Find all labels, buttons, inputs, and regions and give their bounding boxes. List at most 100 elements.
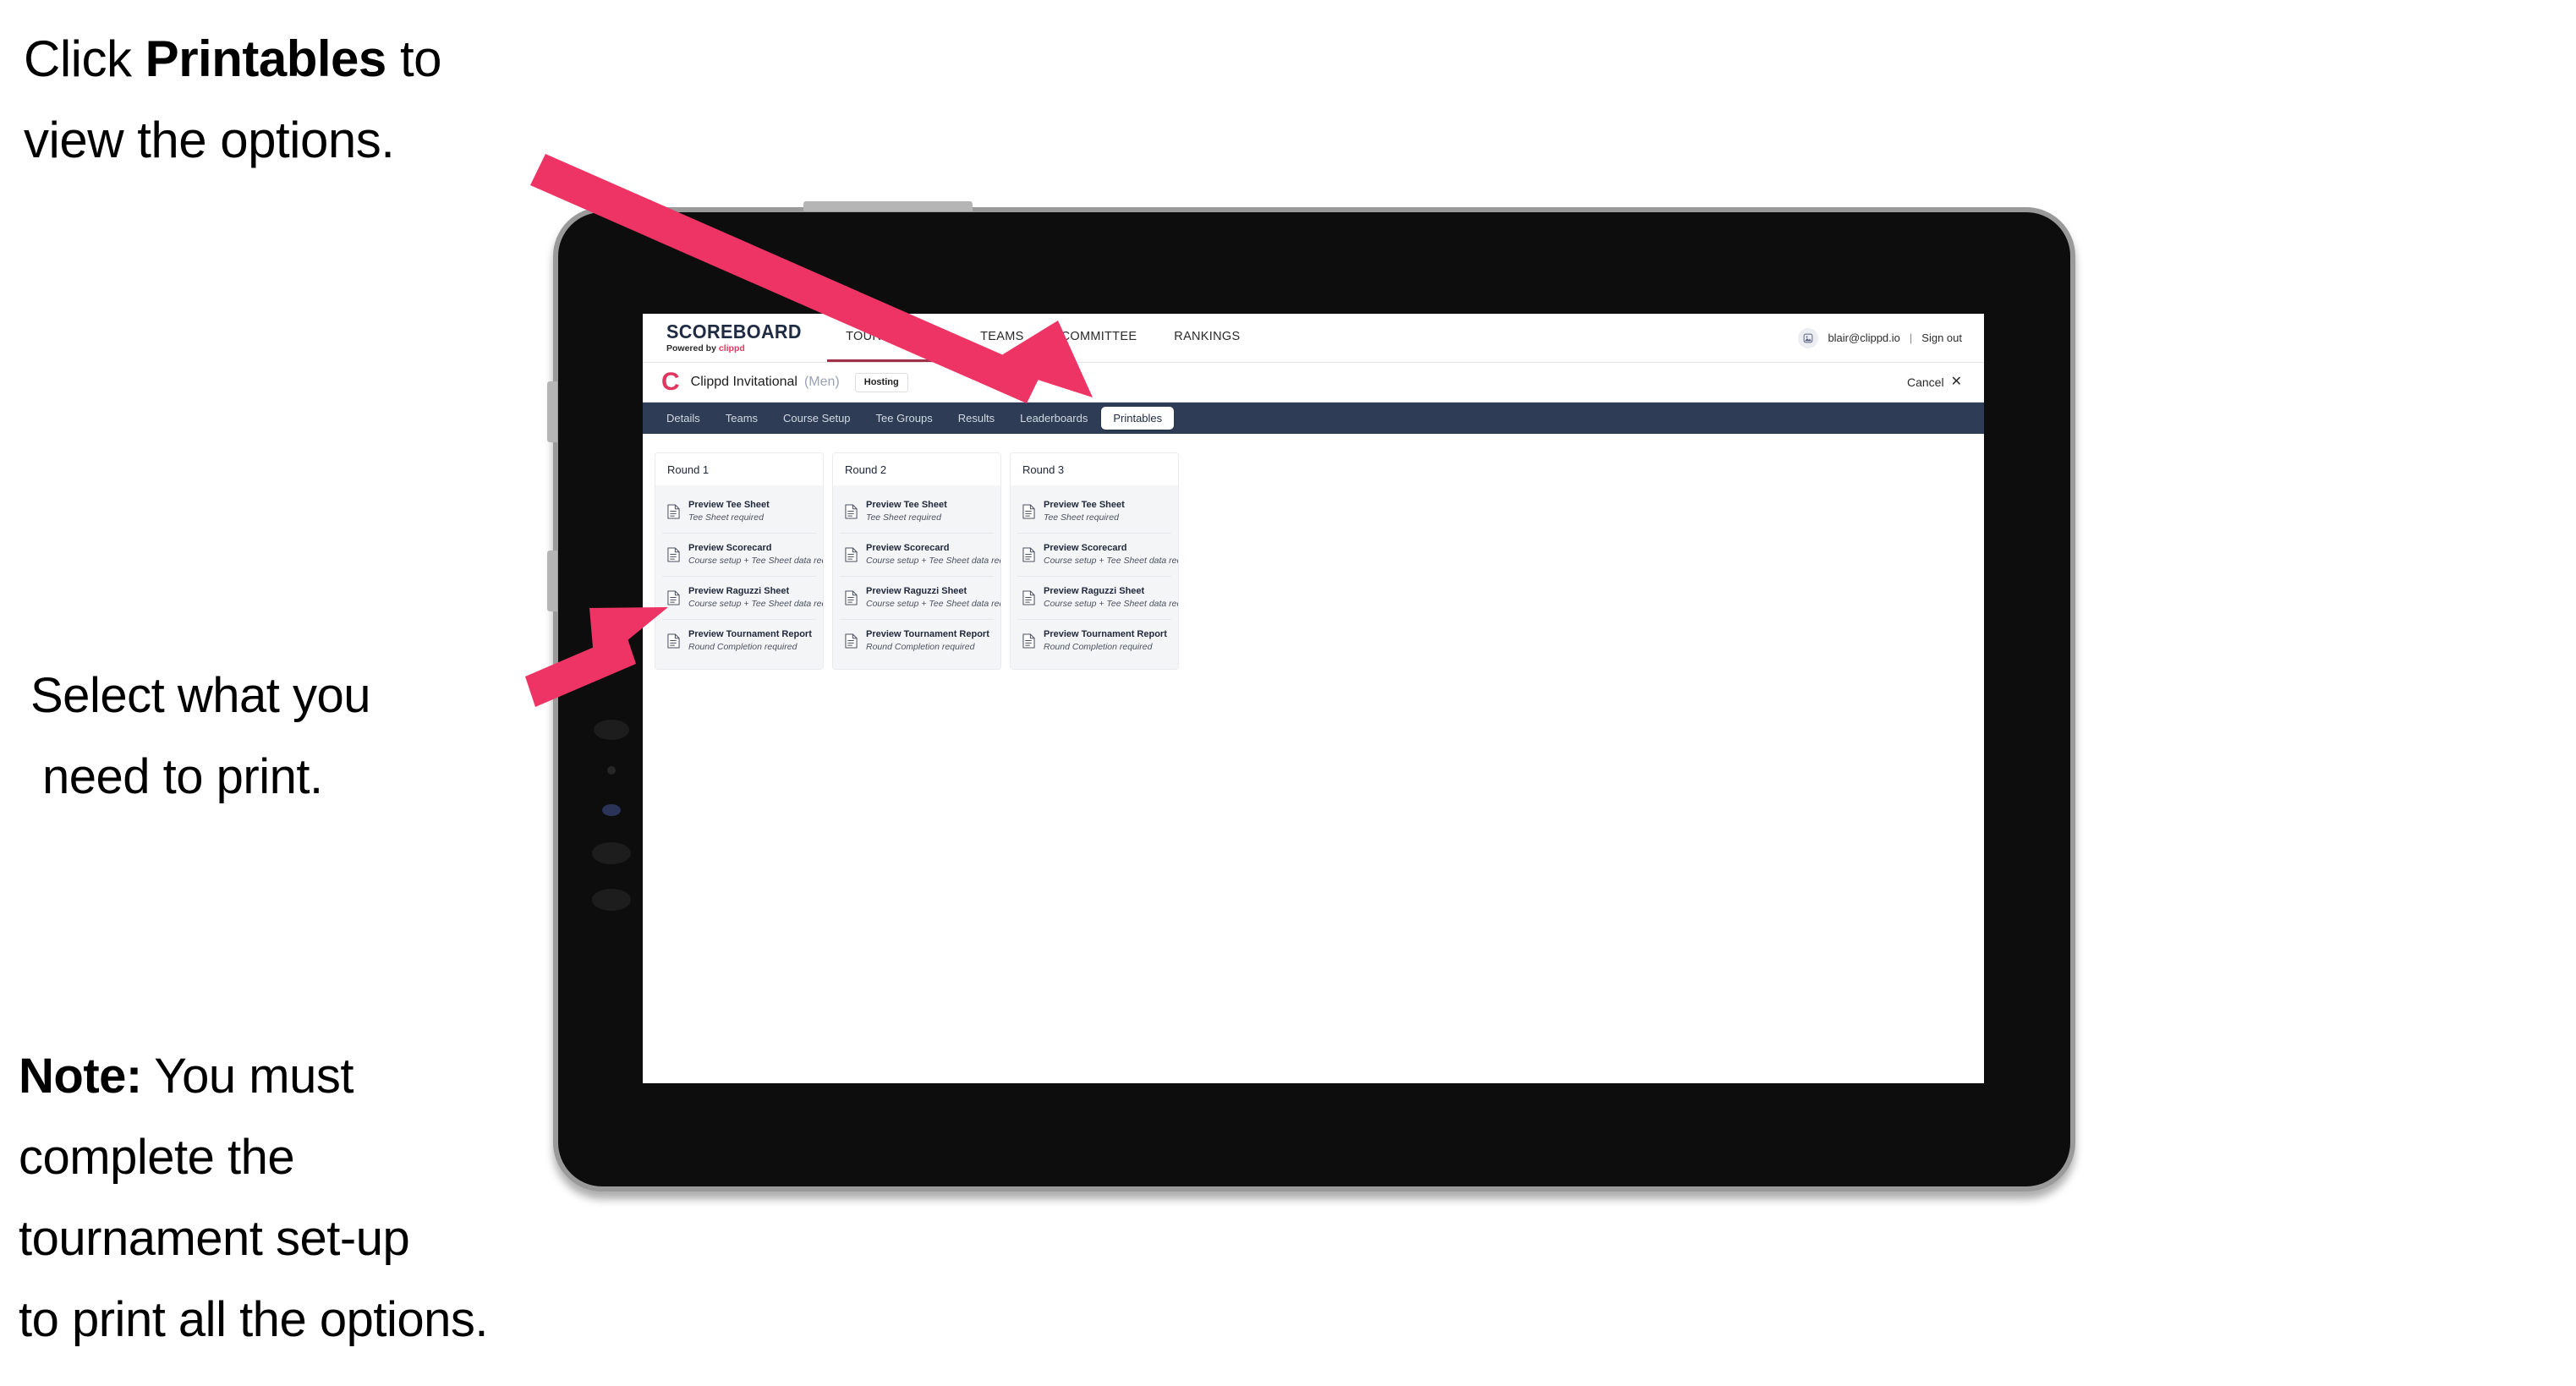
tablet-volume-down-button[interactable] bbox=[547, 551, 557, 611]
printable-requirement: Course setup + Tee Sheet data required bbox=[1044, 556, 1178, 566]
status-badge: Hosting bbox=[854, 372, 908, 392]
tab-results[interactable]: Results bbox=[946, 407, 1006, 430]
nav-item-committee[interactable]: COMMITTEE bbox=[1043, 314, 1156, 362]
document-icon bbox=[667, 590, 680, 605]
printable-item-tee-sheet[interactable]: Preview Tee Sheet Tee Sheet required bbox=[840, 490, 994, 534]
round-card-2: Round 2 Preview Tee Sheet Tee Sheet requ… bbox=[832, 452, 1001, 670]
printable-item-tournament-report[interactable]: Preview Tournament Report Round Completi… bbox=[1017, 620, 1171, 662]
callout-click-line1-post: to bbox=[386, 30, 442, 87]
cancel-label: Cancel bbox=[1907, 375, 1944, 389]
bezel-mic-dot bbox=[592, 842, 631, 864]
page-root: Click Printables to view the options. Se… bbox=[0, 0, 2576, 1386]
document-icon bbox=[1022, 504, 1035, 519]
tab-tee-groups[interactable]: Tee Groups bbox=[864, 407, 945, 430]
tournament-header: C Clippd Invitational (Men) Hosting Canc… bbox=[643, 363, 1984, 403]
document-icon bbox=[667, 504, 680, 519]
callout-note-line3: tournament set-up bbox=[19, 1211, 410, 1266]
printable-requirement: Round Completion required bbox=[1044, 642, 1153, 652]
document-icon bbox=[1022, 590, 1035, 605]
callout-note-line4: to print all the options. bbox=[19, 1292, 488, 1347]
callout-click-printables: Click Printables to view the options. bbox=[24, 19, 599, 181]
printable-title: Preview Scorecard bbox=[866, 543, 950, 553]
tab-course-setup[interactable]: Course Setup bbox=[771, 407, 863, 430]
main-navigation: TOURNAMENTS TEAMS COMMITTEE RANKINGS bbox=[827, 314, 1258, 362]
printables-rounds-container: Round 1 Preview Tee Sheet Tee Sheet requ… bbox=[643, 434, 1984, 670]
printable-title: Preview Tee Sheet bbox=[866, 500, 947, 510]
callout-note-line1: You must bbox=[141, 1049, 354, 1104]
scoreboard-logo[interactable]: SCOREBOARD Powered by clippd bbox=[643, 314, 827, 362]
nav-item-rankings[interactable]: RANKINGS bbox=[1155, 314, 1258, 362]
round-title-2: Round 2 bbox=[833, 453, 1000, 485]
round-card-1: Round 1 Preview Tee Sheet Tee Sheet requ… bbox=[655, 452, 824, 670]
printable-title: Preview Scorecard bbox=[688, 543, 772, 553]
printable-title: Preview Tournament Report bbox=[688, 629, 812, 639]
tab-printables[interactable]: Printables bbox=[1101, 407, 1175, 430]
printable-requirement: Course setup + Tee Sheet data required bbox=[866, 599, 1000, 609]
round-card-3: Round 3 Preview Tee Sheet Tee Sheet requ… bbox=[1010, 452, 1179, 670]
printable-title: Preview Scorecard bbox=[1044, 543, 1127, 553]
round-title-3: Round 3 bbox=[1011, 453, 1178, 485]
printable-item-raguzzi-sheet[interactable]: Preview Raguzzi Sheet Course setup + Tee… bbox=[662, 577, 823, 620]
bezel-camera-dot bbox=[602, 804, 621, 816]
brand-sub-prefix: Powered by bbox=[666, 343, 719, 353]
printable-requirement: Round Completion required bbox=[688, 642, 797, 652]
callout-select-print: Select what you need to print. bbox=[30, 655, 555, 818]
callout-select-line1: Select what you bbox=[30, 668, 370, 723]
document-icon bbox=[845, 633, 858, 649]
round-items-1: Preview Tee Sheet Tee Sheet required Pre… bbox=[655, 485, 823, 669]
document-icon bbox=[1022, 547, 1035, 562]
printable-item-tee-sheet[interactable]: Preview Tee Sheet Tee Sheet required bbox=[662, 490, 816, 534]
sign-out-link[interactable]: Sign out bbox=[1921, 331, 1962, 344]
tab-teams[interactable]: Teams bbox=[714, 407, 770, 430]
user-avatar-icon[interactable] bbox=[1798, 327, 1819, 348]
callout-note-line2: complete the bbox=[19, 1130, 295, 1185]
document-icon bbox=[1022, 633, 1035, 649]
user-separator: | bbox=[1909, 331, 1913, 344]
document-icon bbox=[845, 547, 858, 562]
cancel-button[interactable]: Cancel ✕ bbox=[1907, 375, 1962, 390]
callout-click-line1-pre: Click bbox=[24, 30, 145, 87]
round-items-2: Preview Tee Sheet Tee Sheet required Pre… bbox=[833, 485, 1000, 669]
printable-requirement: Course setup + Tee Sheet data required bbox=[1044, 599, 1178, 609]
callout-select-line2: need to print. bbox=[42, 749, 323, 804]
printable-title: Preview Tournament Report bbox=[1044, 629, 1167, 639]
printable-title: Preview Raguzzi Sheet bbox=[1044, 586, 1145, 596]
nav-item-tournaments[interactable]: TOURNAMENTS bbox=[827, 314, 962, 362]
printable-item-scorecard[interactable]: Preview Scorecard Course setup + Tee She… bbox=[840, 534, 1000, 577]
printable-title: Preview Tee Sheet bbox=[1044, 500, 1125, 510]
document-icon bbox=[845, 504, 858, 519]
printable-requirement: Round Completion required bbox=[866, 642, 975, 652]
printable-title: Preview Raguzzi Sheet bbox=[688, 586, 790, 596]
printable-item-raguzzi-sheet[interactable]: Preview Raguzzi Sheet Course setup + Tee… bbox=[1017, 577, 1178, 620]
bezel-speaker-dot bbox=[594, 720, 629, 740]
printable-item-raguzzi-sheet[interactable]: Preview Raguzzi Sheet Course setup + Tee… bbox=[840, 577, 1000, 620]
app-top-bar: SCOREBOARD Powered by clippd TOURNAMENTS… bbox=[643, 314, 1984, 363]
brand-subtitle: Powered by clippd bbox=[666, 342, 810, 354]
tournament-gender: (Men) bbox=[803, 375, 840, 389]
tab-leaderboards[interactable]: Leaderboards bbox=[1008, 407, 1099, 430]
printable-requirement: Course setup + Tee Sheet data required bbox=[688, 556, 823, 566]
tablet-device-frame: SCOREBOARD Powered by clippd TOURNAMENTS… bbox=[547, 201, 2075, 1192]
printable-item-tournament-report[interactable]: Preview Tournament Report Round Completi… bbox=[662, 620, 816, 662]
brand-sub-clippd: clippd bbox=[718, 343, 745, 353]
top-bar-user-area: blair@clippd.io | Sign out bbox=[1798, 314, 1984, 362]
round-title-1: Round 1 bbox=[655, 453, 823, 485]
printable-title: Preview Tee Sheet bbox=[688, 500, 770, 510]
tablet-power-button[interactable] bbox=[803, 201, 973, 211]
nav-item-teams[interactable]: TEAMS bbox=[962, 314, 1042, 362]
tablet-volume-up-button[interactable] bbox=[547, 381, 557, 442]
callout-note-bold: Note: bbox=[19, 1049, 142, 1104]
brand-title: SCOREBOARD bbox=[666, 320, 802, 342]
printable-title: Preview Tournament Report bbox=[866, 629, 989, 639]
printable-requirement: Course setup + Tee Sheet data required bbox=[866, 556, 1000, 566]
printable-item-tee-sheet[interactable]: Preview Tee Sheet Tee Sheet required bbox=[1017, 490, 1171, 534]
round-items-3: Preview Tee Sheet Tee Sheet required Pre… bbox=[1011, 485, 1178, 669]
tab-details[interactable]: Details bbox=[655, 407, 712, 430]
printable-item-scorecard[interactable]: Preview Scorecard Course setup + Tee She… bbox=[1017, 534, 1178, 577]
close-x-icon: ✕ bbox=[1950, 375, 1962, 389]
callout-click-line2: view the options. bbox=[24, 112, 395, 168]
printable-requirement: Course setup + Tee Sheet data required bbox=[688, 599, 823, 609]
printable-item-tournament-report[interactable]: Preview Tournament Report Round Completi… bbox=[840, 620, 994, 662]
printable-item-scorecard[interactable]: Preview Scorecard Course setup + Tee She… bbox=[662, 534, 823, 577]
printable-title: Preview Raguzzi Sheet bbox=[866, 586, 967, 596]
